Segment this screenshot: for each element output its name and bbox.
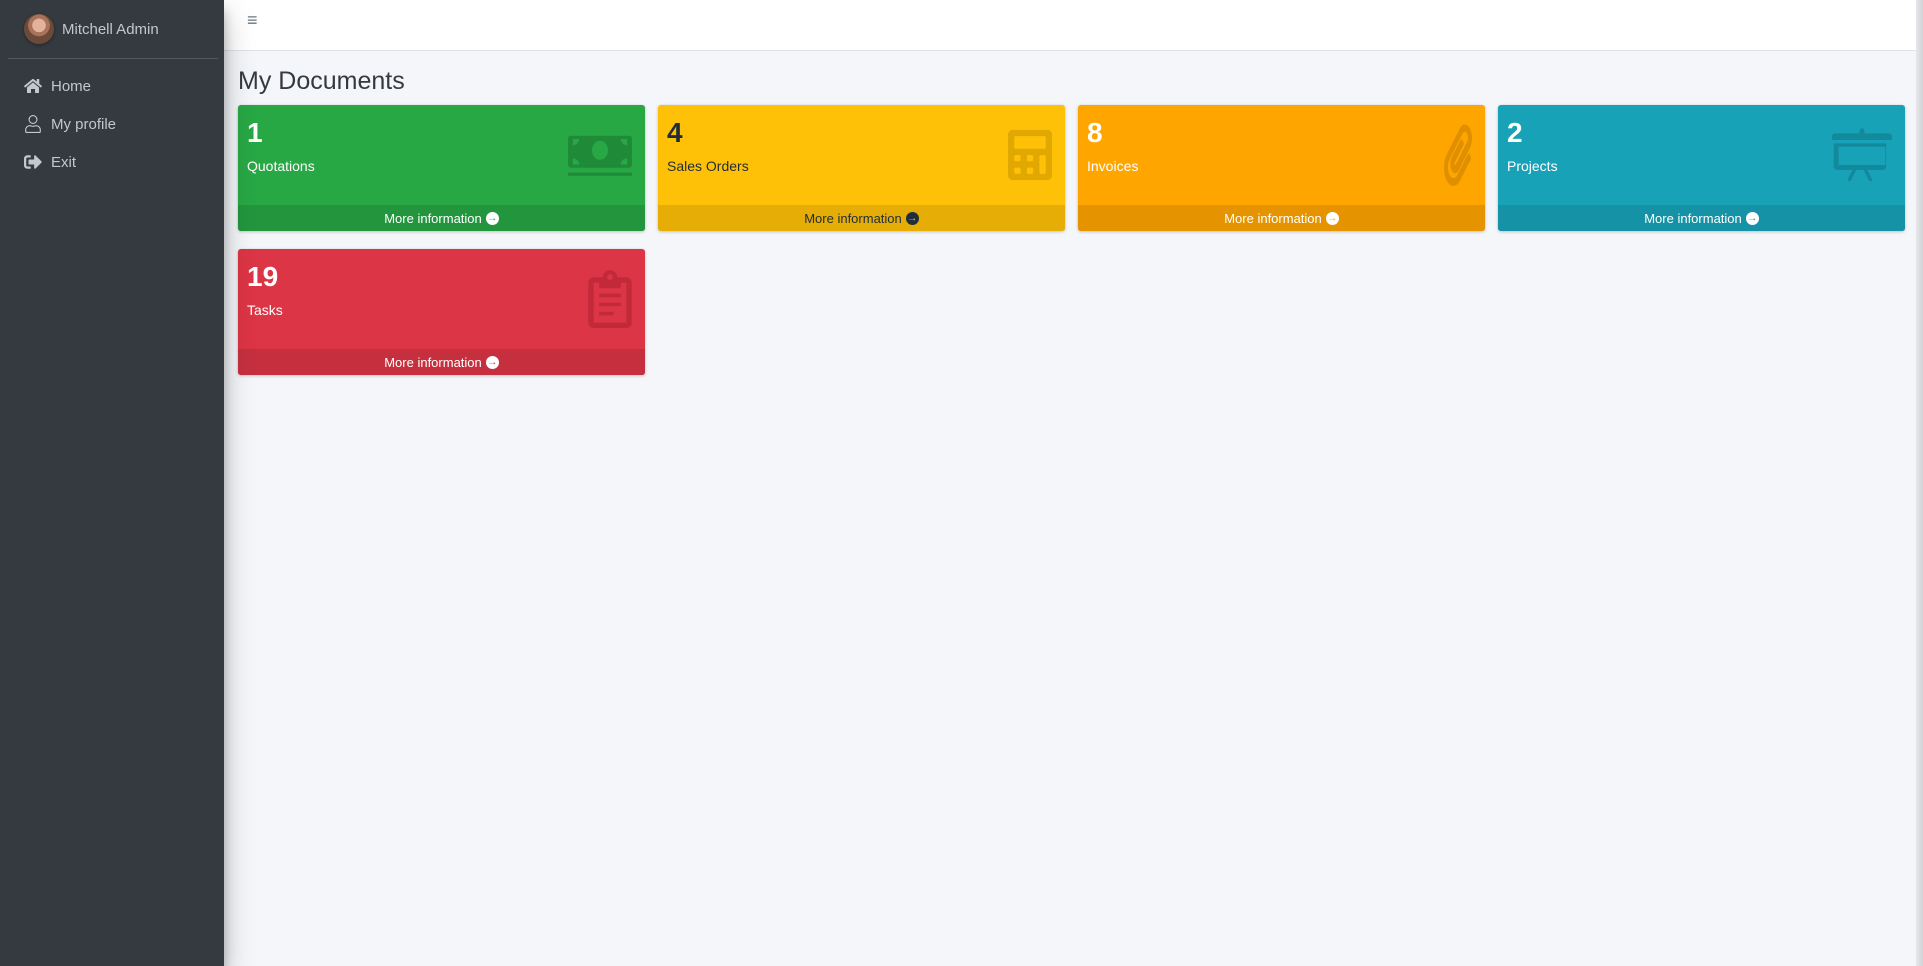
more-info-link[interactable]: More information →	[658, 205, 1065, 231]
calculator-icon	[982, 125, 1052, 185]
sidebar-item-home[interactable]: Home	[0, 67, 224, 105]
page-title: My Documents	[238, 67, 405, 95]
app: Mitchell Admin Home My profile Exit ≡ My…	[0, 0, 1923, 966]
sidebar-item-exit[interactable]: Exit	[0, 143, 224, 181]
card-projects: 2 Projects More information →	[1498, 105, 1905, 231]
sidebar-item-my-profile[interactable]: My profile	[0, 105, 224, 143]
sidebar-item-label: My profile	[51, 115, 117, 133]
card-quotations: 1 Quotations $ More information →	[238, 105, 645, 231]
paperclip-icon	[1402, 124, 1472, 186]
arrow-circle-right-icon: →	[485, 355, 499, 369]
sidebar-item-label: Home	[51, 77, 92, 95]
sign-out-icon	[24, 153, 42, 171]
avatar[interactable]	[24, 14, 54, 44]
card-sales-orders: 4 Sales Orders More information →	[658, 105, 1065, 231]
card-tasks: 19 Tasks More information →	[238, 249, 645, 375]
presentation-board-icon	[1822, 125, 1892, 185]
sidebar-nav: Home My profile Exit	[0, 59, 224, 181]
more-info-link[interactable]: More information →	[238, 349, 645, 375]
svg-text:$: $	[595, 142, 605, 160]
user-icon	[24, 115, 42, 133]
arrow-circle-right-icon: →	[905, 211, 919, 225]
more-info-link[interactable]: More information →	[238, 205, 645, 231]
card-invoices: 8 Invoices More information →	[1078, 105, 1485, 231]
more-info-link[interactable]: More information →	[1078, 205, 1485, 231]
bars-icon[interactable]: ≡	[247, 11, 258, 29]
user-panel[interactable]: Mitchell Admin	[8, 0, 218, 59]
scrollbar-edge	[1916, 0, 1923, 966]
home-icon	[24, 77, 42, 95]
main-area: ≡ My Documents 1 Quotations $ More infor…	[224, 0, 1923, 966]
money-bill-icon: $	[562, 125, 632, 185]
arrow-circle-right-icon: →	[1325, 211, 1339, 225]
user-name[interactable]: Mitchell Admin	[62, 21, 159, 38]
content: My Documents 1 Quotations $ More informa…	[224, 51, 1923, 375]
topbar: ≡	[224, 0, 1923, 51]
arrow-circle-right-icon: →	[1745, 211, 1759, 225]
more-info-link[interactable]: More information →	[1498, 205, 1905, 231]
cards-grid: 1 Quotations $ More information → 4 Sale…	[238, 105, 1909, 375]
sidebar: Mitchell Admin Home My profile Exit	[0, 0, 224, 966]
sidebar-item-label: Exit	[51, 153, 77, 171]
arrow-circle-right-icon: →	[485, 211, 499, 225]
clipboard-icon	[562, 269, 632, 329]
